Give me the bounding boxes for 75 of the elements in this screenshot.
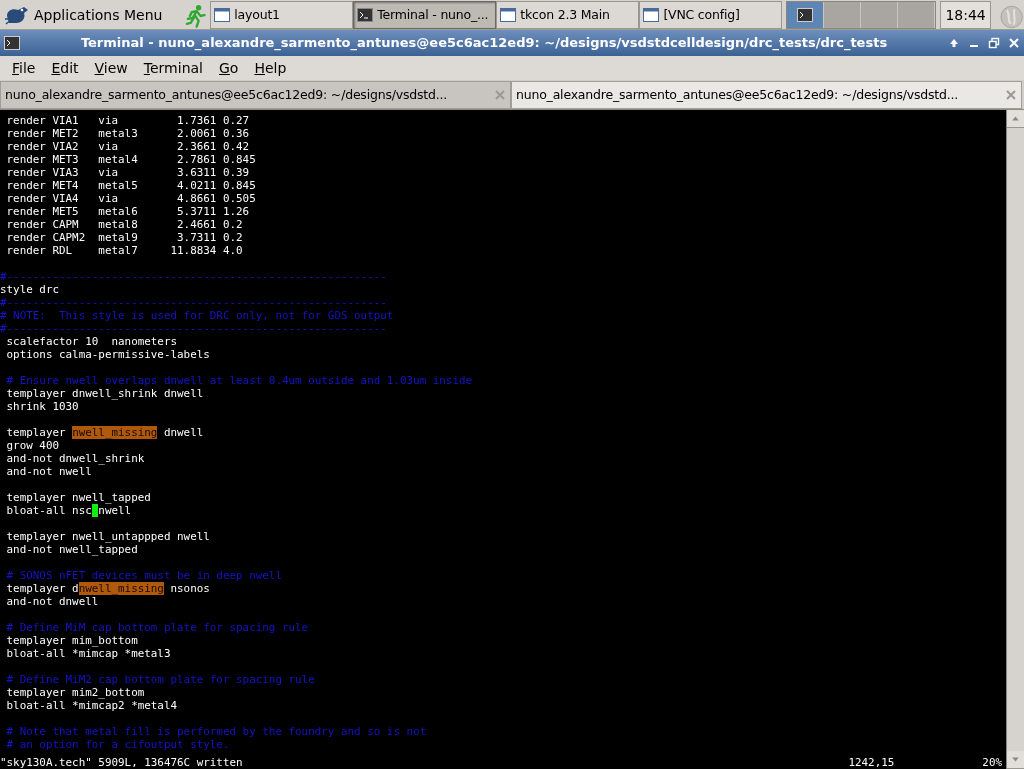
terminal-line: render VIA1 via 1.7361 0.27 xyxy=(5,114,250,127)
menu-item[interactable]: Help xyxy=(246,57,295,79)
terminal-line: bloat-all *mimcap *metal3 xyxy=(5,647,171,660)
menu-item[interactable]: Terminal xyxy=(135,57,211,79)
scroll-down-icon[interactable] xyxy=(1007,751,1024,769)
window-icon xyxy=(214,8,231,22)
terminal-line: # an option for a cifoutput style. xyxy=(5,738,230,751)
terminal-line: render MET2 metal3 2.0061 0.36 xyxy=(5,127,250,140)
terminal-line: render MET4 metal5 4.0211 0.845 xyxy=(5,179,256,192)
terminal-line: templayer mim_bottom xyxy=(5,634,138,647)
mouse-icon xyxy=(4,4,30,26)
terminal-tab[interactable]: nuno_alexandre_sarmento_antunes@ee5c6ac12ed9: ~/designs/vsdstd... xyxy=(0,81,511,109)
terminal-line: render RDL metal7 11.8834 4.0 xyxy=(5,244,243,257)
terminal-line: # Note that metal fill is performed by the foundry and so is not xyxy=(5,725,427,738)
maximize-icon[interactable] xyxy=(988,37,1000,49)
terminal-tab[interactable]: nuno_alexandre_sarmento_antunes@ee5c6ac12ed9: ~/designs/vsdstd... xyxy=(511,81,1022,109)
pin-icon[interactable] xyxy=(948,37,960,49)
terminal-icon xyxy=(357,8,374,22)
taskbar-button[interactable]: [VNC config] xyxy=(639,1,783,29)
terminal-line: templayer nwell_missing dnwell xyxy=(5,426,204,439)
status-message: "sky130A.tech" 5909L, 136476C written xyxy=(0,756,244,769)
menu-item[interactable]: Edit xyxy=(43,57,87,79)
terminal-icon[interactable] xyxy=(4,36,20,50)
terminal-line: #---------------------------------------------------------- xyxy=(0,296,387,309)
window-title: Terminal - nuno_alexandre_sarmento_antunes@ee5c6ac12ed9: ~/designs/vsdstdcelldesign/drc_tests/drc_tests xyxy=(79,34,889,53)
terminal-line: render VIA4 via 4.8661 0.505 xyxy=(5,192,256,205)
terminal-line: # Define MiM cap bottom plate for spacing rule xyxy=(5,621,309,634)
terminal-line: options calma-permissive-labels xyxy=(5,348,210,361)
applications-menu[interactable]: Applications Menu xyxy=(0,0,181,30)
terminal-icon xyxy=(797,8,814,22)
scrollbar[interactable] xyxy=(1006,110,1024,769)
scroll-percent: 20% xyxy=(982,756,1002,769)
terminal-line: # Define MiM2 cap bottom plate for spacing rule xyxy=(5,673,315,686)
terminal-line: templayer nwell_untappped nwell xyxy=(5,530,210,543)
terminal-line: render VIA3 via 3.6311 0.39 xyxy=(5,166,250,179)
taskbar-button[interactable]: Terminal - nuno_... xyxy=(353,1,497,29)
terminal-line: render VIA2 via 2.3661 0.42 xyxy=(5,140,250,153)
terminal-line: scalefactor 10 nanometers xyxy=(5,335,178,348)
terminal-line: and-not nwell_tapped xyxy=(5,543,138,556)
terminal-line: #---------------------------------------------------------- xyxy=(0,270,387,283)
terminal-line: and-not dnwell xyxy=(5,595,99,608)
terminal-line: grow 400 xyxy=(5,439,59,452)
terminal-line: and-not dnwell_shrink xyxy=(5,452,145,465)
terminal-line: render MET5 metal6 5.3711 1.26 xyxy=(5,205,250,218)
taskbar-button[interactable]: layout1 xyxy=(210,1,354,29)
clock: 18:44 xyxy=(940,1,991,29)
terminal-line: shrink 1030 xyxy=(5,400,79,413)
menu-item[interactable]: Go xyxy=(211,57,247,79)
window-icon xyxy=(500,8,517,22)
terminal-line: style drc xyxy=(0,283,59,296)
terminal-line: and-not nwell xyxy=(5,465,92,478)
terminal-line: bloat-all *mimcap2 *metal4 xyxy=(5,699,178,712)
tab-label: nuno_alexandre_sarmento_antunes@ee5c6ac12ed9: ~/designs/vsdstd... xyxy=(516,85,959,104)
terminal-line: templayer nwell_tapped xyxy=(5,491,151,504)
terminal-line: # Ensure nwell overlaps dnwell at least 0.4um outside and 1.03um inside xyxy=(5,374,473,387)
terminal-line: bloat-all nsc nwell xyxy=(5,504,132,517)
terminal-line: templayer dnwell_missing nsonos xyxy=(5,582,210,595)
terminal-line: # SONOS nFET devices must be in deep nwell xyxy=(5,569,282,582)
cursor-position: 1242,15 xyxy=(848,756,895,769)
running-figure-icon[interactable] xyxy=(184,4,207,28)
taskbar-button[interactable]: tkcon 2.3 Main xyxy=(496,1,640,29)
close-icon[interactable] xyxy=(1005,89,1017,101)
menu-item[interactable]: View xyxy=(86,57,136,79)
terminal-line: # NOTE: This style is used for DRC only, not for GDS output xyxy=(0,309,394,322)
scroll-up-icon[interactable] xyxy=(1007,110,1024,128)
terminal-line: #---------------------------------------------------------- xyxy=(0,322,387,335)
terminal-line: render CAPM metal8 2.4661 0.2 xyxy=(5,218,243,231)
terminal-line: templayer mim2_bottom xyxy=(5,686,145,699)
tab-label: nuno_alexandre_sarmento_antunes@ee5c6ac12ed9: ~/designs/vsdstd... xyxy=(5,85,448,104)
terminal-line: render MET3 metal4 2.7861 0.845 xyxy=(5,153,256,166)
workspace-switcher[interactable] xyxy=(786,1,937,29)
menu-item[interactable]: File xyxy=(4,57,44,79)
window-icon xyxy=(643,8,660,22)
terminal-line: templayer dnwell_shrink dnwell xyxy=(5,387,204,400)
terminal-line: render CAPM2 metal9 3.7311 0.2 xyxy=(5,231,243,244)
